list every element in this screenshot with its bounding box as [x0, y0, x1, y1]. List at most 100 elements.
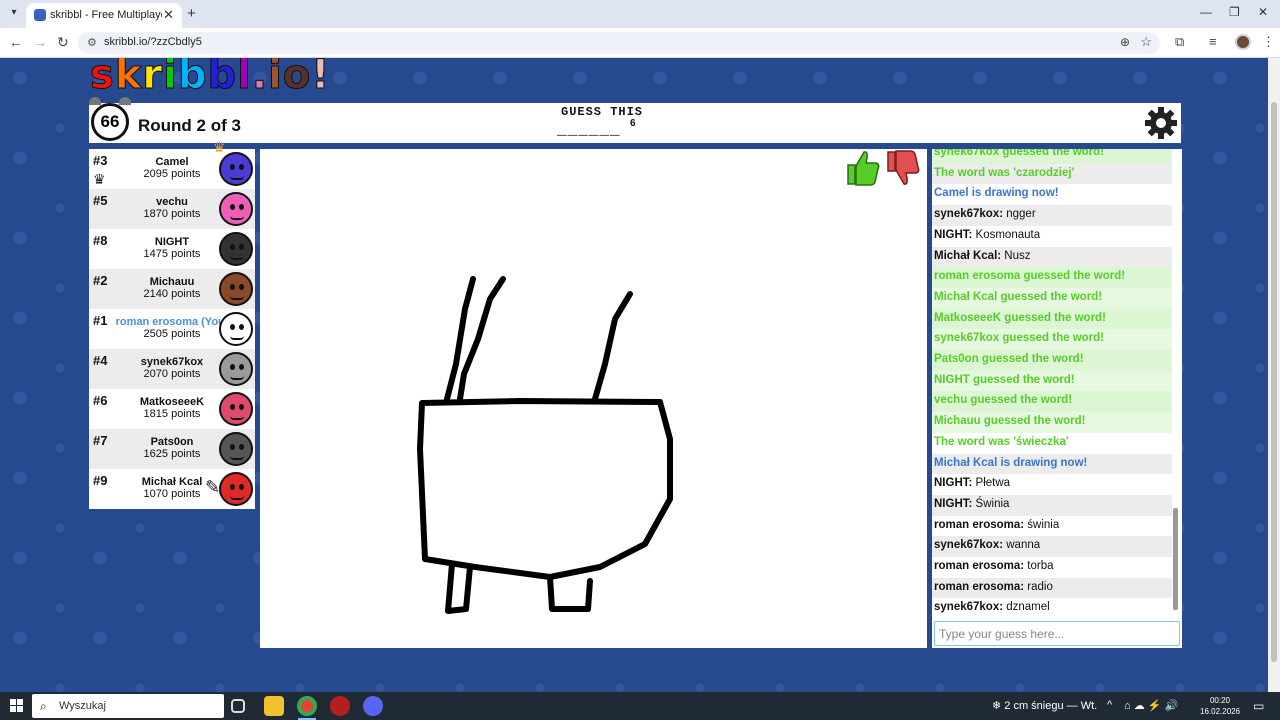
restore-icon[interactable]: ❐: [1229, 5, 1240, 19]
player-points: 2140 points: [143, 288, 201, 300]
player-name: vechu: [156, 196, 188, 208]
zoom-icon[interactable]: ⊕: [1120, 35, 1130, 49]
menu-icon[interactable]: ⋮: [1262, 34, 1275, 50]
guess-input[interactable]: [934, 621, 1180, 646]
close-tab-icon[interactable]: ✕: [163, 7, 174, 23]
chrome-icon[interactable]: [297, 696, 317, 716]
file-explorer-icon[interactable]: [264, 696, 284, 716]
chat-message: vechu guessed the word!: [932, 391, 1172, 413]
discord-icon[interactable]: [363, 696, 383, 716]
chat-message: MatkoseeeK guessed the word!: [932, 308, 1172, 330]
chat-text: radio: [1024, 580, 1053, 593]
player-name: roman erosoma (You): [115, 316, 229, 328]
forward-icon[interactable]: →: [33, 34, 47, 50]
tab-search-icon[interactable]: ▾: [6, 5, 22, 21]
player-row[interactable]: #7 Pats0on 1625 points: [89, 429, 255, 469]
extensions-icon[interactable]: ⧉: [1175, 34, 1184, 50]
player-points: 1870 points: [143, 208, 201, 220]
back-icon[interactable]: ←: [9, 34, 23, 50]
player-name: Camel: [155, 156, 189, 168]
chat-user: synek67kox:: [934, 601, 1004, 614]
player-points: 2070 points: [143, 368, 201, 380]
browser-tab[interactable]: skribbl - Free Multiplayer Drawi ✕: [26, 3, 182, 28]
url-text[interactable]: skribbl.io/?zzCbdly5: [104, 36, 202, 48]
settings-gear-icon[interactable]: [1144, 106, 1178, 140]
chat-user: roman erosoma:: [934, 560, 1025, 572]
chat-user: roman erosoma:: [934, 580, 1025, 593]
logo-letter: r: [142, 58, 164, 98]
word-length: 6: [630, 118, 636, 129]
taskbar-search[interactable]: ⌕ Wyszukaj: [32, 694, 224, 718]
skribbl-logo: skribbl.io!: [90, 58, 331, 96]
guess-input-area: [932, 619, 1182, 648]
chat-scrollbar[interactable]: [1173, 508, 1178, 610]
player-row[interactable]: #9 Michał Kcal 1070 points ✎: [89, 469, 255, 509]
task-view-icon[interactable]: [231, 699, 245, 713]
chat-message: NIGHT: Kosmonauta: [932, 226, 1172, 247]
player-name: Pats0on: [150, 436, 194, 448]
player-points: 2095 points: [143, 168, 201, 180]
player-rank: #1: [93, 313, 108, 328]
chat-text: Świnia: [972, 497, 1010, 510]
chat-message: Camel is drawing now!: [934, 187, 1059, 200]
tray-icons[interactable]: ⌂ ☁ ⚡ 🔊: [1124, 699, 1178, 712]
drawing: [417, 276, 673, 614]
chat-text: ngger: [1003, 208, 1036, 221]
player-row[interactable]: #5 vechu 1870 points: [89, 189, 255, 229]
chat-text: Nusz: [1001, 249, 1031, 262]
profile-avatar[interactable]: [1235, 34, 1251, 50]
clock-time: 00:20: [1209, 696, 1231, 705]
player-rank: #6: [93, 393, 108, 408]
tray-chevron-icon[interactable]: ^: [1107, 699, 1112, 711]
player-avatar: [219, 232, 253, 266]
page-scrollbar[interactable]: [1268, 58, 1280, 692]
close-window-icon[interactable]: ✕: [1258, 5, 1268, 19]
word-hint: ______: [557, 121, 621, 139]
logo-letter: o: [282, 58, 312, 98]
player-rank: #8: [93, 233, 108, 248]
notification-icon[interactable]: ▭: [1253, 699, 1264, 713]
thumbs-down-icon[interactable]: [885, 149, 921, 187]
chat-text: torba: [1024, 560, 1054, 572]
reading-list-icon[interactable]: ≡: [1209, 34, 1217, 49]
taskbar-search-label: Wyszukaj: [59, 700, 106, 712]
reload-icon[interactable]: ↻: [57, 34, 69, 51]
player-list: #3 Camel 2095 points ♛ ♛ #5 vechu 1870 points #8…: [89, 139, 255, 509]
logo-letter: i: [163, 58, 178, 98]
bookmark-star-icon[interactable]: ☆: [1140, 34, 1152, 50]
player-name: MatkoseeeK: [139, 396, 205, 408]
player-rank: #5: [93, 193, 108, 208]
weather-widget[interactable]: ❄ 2 cm śniegu — Wt.: [992, 699, 1097, 712]
player-row[interactable]: #3 Camel 2095 points ♛ ♛: [89, 139, 255, 189]
chat-message: synek67kox: ngger: [932, 205, 1172, 226]
url-box[interactable]: ⚙ skribbl.io/?zzCbdly5 ⊕ ☆: [78, 32, 1160, 54]
player-row[interactable]: #4 synek67kox 2070 points: [89, 349, 255, 389]
player-row[interactable]: #1 roman erosoma (You) 2505 points: [89, 309, 255, 349]
app-icon[interactable]: [330, 696, 350, 716]
drawing-pencil-icon: ✎: [205, 477, 221, 497]
thumbs-up-icon[interactable]: [845, 149, 881, 187]
chat-message: roman erosoma guessed the word!: [932, 267, 1172, 288]
chat-text: wanna: [1003, 539, 1041, 552]
new-tab-icon[interactable]: +: [187, 5, 196, 22]
player-row[interactable]: #8 NIGHT 1475 points: [89, 229, 255, 269]
logo-letter: !: [311, 58, 331, 98]
player-avatar: [219, 432, 253, 466]
player-row[interactable]: #2 Michauu 2140 points: [89, 269, 255, 309]
taskbar-clock[interactable]: 00:20 16.02.2026: [1200, 695, 1240, 717]
drawing-canvas[interactable]: [260, 149, 927, 648]
player-name: NIGHT: [154, 236, 190, 248]
player-points: 1625 points: [143, 448, 201, 460]
player-row[interactable]: #6 MatkoseeeK 1815 points: [89, 389, 255, 429]
player-avatar: [219, 312, 253, 346]
browser-tab-bar: ▾ skribbl - Free Multiplayer Drawi ✕ + —…: [0, 0, 1280, 28]
player-name: synek67kox: [140, 356, 204, 368]
chat-message: Michał Kcal is drawing now!: [932, 453, 1172, 475]
site-info-icon[interactable]: ⚙: [87, 36, 97, 49]
chat-message: NIGHT guessed the word!: [932, 370, 1172, 392]
player-avatar: [219, 272, 253, 306]
chat-message: The word was 'świeczka': [934, 435, 1069, 448]
minimize-icon[interactable]: —: [1200, 5, 1212, 19]
windows-start-icon[interactable]: [10, 699, 24, 713]
chat-message: roman erosoma: torba: [932, 557, 1172, 578]
